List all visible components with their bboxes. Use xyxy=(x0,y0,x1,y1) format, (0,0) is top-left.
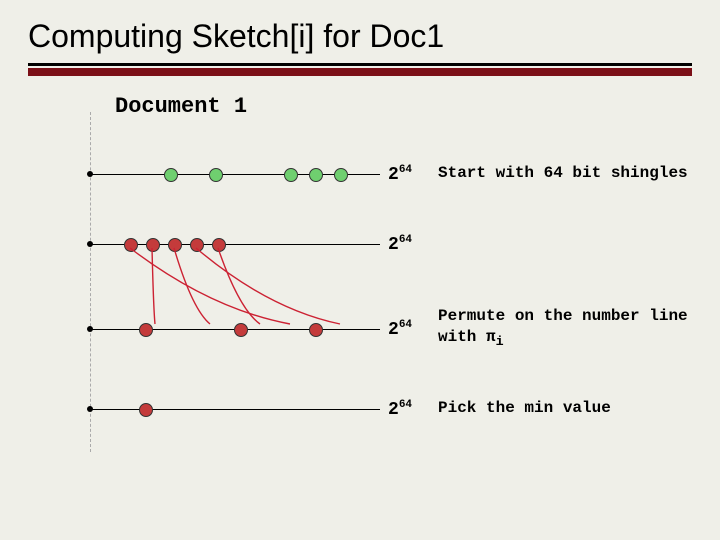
shingle-dot xyxy=(139,323,153,337)
title-rule xyxy=(0,63,720,76)
document-label: Document 1 xyxy=(115,94,247,119)
shingle-dot xyxy=(334,168,348,182)
two-to-64-label-3: 264 xyxy=(380,319,438,340)
shingle-dot xyxy=(309,168,323,182)
number-line-4 xyxy=(90,379,380,439)
two-to-64-label-1: 264 xyxy=(380,164,438,185)
shingle-dot xyxy=(309,323,323,337)
shingle-dot xyxy=(190,238,204,252)
page-title: Computing Sketch[i] for Doc1 xyxy=(0,0,720,63)
caption-3: Permute on the number line with πi xyxy=(438,306,690,353)
shingle-dot xyxy=(168,238,182,252)
shingle-dot xyxy=(139,403,153,417)
row-3: 264 Permute on the number line with πi xyxy=(90,299,690,359)
number-line-3 xyxy=(90,299,380,359)
shingle-dot xyxy=(209,168,223,182)
row-4: 264 Pick the min value xyxy=(90,379,690,439)
two-to-64-label-4: 264 xyxy=(380,399,438,420)
shingle-dot xyxy=(234,323,248,337)
shingle-dot xyxy=(212,238,226,252)
number-line-2 xyxy=(90,214,380,274)
shingle-dot xyxy=(284,168,298,182)
two-to-64-label-2: 264 xyxy=(380,234,438,255)
caption-1: Start with 64 bit shingles xyxy=(438,163,690,185)
number-line-1 xyxy=(90,144,380,204)
shingle-dot xyxy=(146,238,160,252)
shingle-dot xyxy=(124,238,138,252)
diagram-stage: Document 1 264 Start with 64 bit shingle… xyxy=(90,94,690,474)
row-1: 264 Start with 64 bit shingles xyxy=(90,144,690,204)
caption-4: Pick the min value xyxy=(438,398,690,420)
row-2: 264 xyxy=(90,214,690,274)
shingle-dot xyxy=(164,168,178,182)
